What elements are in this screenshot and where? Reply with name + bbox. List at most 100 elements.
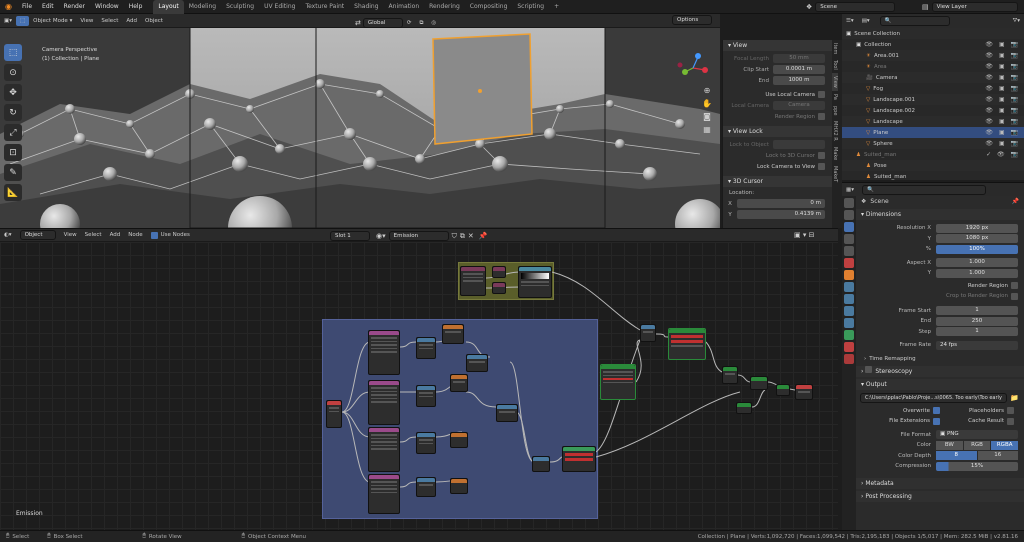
- local-camera-field[interactable]: Camera: [773, 101, 825, 110]
- blender-logo-icon[interactable]: ◉: [0, 0, 17, 14]
- node-color-mix-1[interactable]: [442, 324, 464, 344]
- folder-icon[interactable]: 📁: [1010, 394, 1019, 402]
- file-extensions-checkbox[interactable]: [933, 417, 940, 425]
- scene-tab-icon[interactable]: [844, 246, 854, 256]
- zoom-icon[interactable]: ⊕: [702, 84, 712, 97]
- outliner-row[interactable]: ♟ Suited_man: [842, 171, 1024, 182]
- clip-start-field[interactable]: 0.0001 m: [773, 65, 825, 74]
- node-color-mix-4[interactable]: [450, 478, 468, 494]
- stereoscopy-panel-header[interactable]: › Stereoscopy: [856, 366, 1024, 377]
- ortho-grid-icon[interactable]: ▦: [702, 123, 712, 136]
- node-principled-bsdf[interactable]: [668, 328, 706, 360]
- render-region-checkbox[interactable]: [818, 113, 825, 120]
- node-color-mix-2[interactable]: [450, 374, 468, 392]
- node-mapping[interactable]: [492, 266, 506, 278]
- node-menu-view[interactable]: View: [60, 228, 81, 242]
- color-mode-bw[interactable]: BW: [936, 440, 963, 450]
- outliner-row[interactable]: 🎥 Camera 👁 ▣ 📷: [842, 72, 1024, 83]
- scene-selector[interactable]: Scene: [815, 2, 896, 12]
- node-noise-texture-2[interactable]: [368, 380, 400, 425]
- node-editor-view-toggles[interactable]: ▣ ▾ ⊟: [794, 231, 814, 239]
- cursor-y-field[interactable]: 0.4139 m: [737, 210, 825, 219]
- color-depth-8[interactable]: 8: [936, 451, 977, 461]
- outliner-row[interactable]: ▽ Plane 👁 ▣ 📷: [842, 127, 1024, 138]
- visibility-toggle-icons[interactable]: 👁 ▣ 📷: [985, 61, 1020, 72]
- options-dropdown[interactable]: Options: [672, 15, 712, 25]
- cache-result-checkbox[interactable]: [1007, 417, 1014, 425]
- texture-tab-icon[interactable]: [844, 354, 854, 364]
- material-tab-icon[interactable]: [844, 342, 854, 352]
- properties-search-input[interactable]: 🔍: [861, 184, 986, 195]
- node-texture-coordinate[interactable]: [460, 266, 486, 296]
- outliner-row[interactable]: ▽ Landscape.001 👁 ▣ 📷: [842, 94, 1024, 105]
- outliner-row[interactable]: ▣ Collection 👁 ▣ 📷: [842, 39, 1024, 50]
- aspect-y-field[interactable]: 1.000: [936, 268, 1018, 278]
- focal-length-field[interactable]: 50 mm: [773, 54, 825, 63]
- 3d-viewport[interactable]: Camera Perspective (1) Collection | Plan…: [0, 14, 720, 228]
- node-vector[interactable]: [492, 282, 506, 294]
- constraints-tab-icon[interactable]: [844, 318, 854, 328]
- node-input-value[interactable]: [326, 400, 342, 428]
- menu-file[interactable]: File: [17, 0, 37, 14]
- node-noise-texture-4[interactable]: [368, 474, 400, 514]
- viewport-nav-buttons[interactable]: ⊕ ✋ ◙ ▦: [702, 84, 712, 136]
- color-mode-rgb[interactable]: RGB: [963, 440, 991, 450]
- visibility-toggle-icons[interactable]: 👁 ▣ 📷: [985, 50, 1020, 61]
- camera-view-icon[interactable]: ◙: [702, 110, 712, 123]
- particles-tab-icon[interactable]: [844, 294, 854, 304]
- viewport-menu-object[interactable]: Object: [141, 14, 167, 28]
- measure-tool-icon[interactable]: 📐: [4, 184, 22, 201]
- outliner-row[interactable]: ♟ Pose: [842, 160, 1024, 171]
- outliner-row[interactable]: ▽ Landscape 👁 ▣ 📷: [842, 116, 1024, 127]
- node-shader-group[interactable]: [600, 364, 636, 400]
- modifier-tab-icon[interactable]: [844, 282, 854, 292]
- visibility-toggle-icons[interactable]: 👁 ▣ 📷: [985, 116, 1020, 127]
- view-layer-tab-icon[interactable]: [844, 234, 854, 244]
- view-panel-header[interactable]: ▾ View: [723, 40, 832, 51]
- node-noise-texture-1[interactable]: [368, 330, 400, 375]
- node-math-6[interactable]: [496, 404, 518, 422]
- node-noise-texture-3[interactable]: [368, 427, 400, 472]
- visibility-toggle-icons[interactable]: 👁 ▣ 📷: [985, 83, 1020, 94]
- visibility-toggle-icons[interactable]: 👁 ▣ 📷: [985, 138, 1020, 149]
- visibility-toggle-icons[interactable]: 👁 ▣ 📷: [985, 94, 1020, 105]
- output-panel-header[interactable]: ▾ Output: [856, 379, 1024, 390]
- proportional-edit-icon[interactable]: ◎: [427, 16, 440, 30]
- 3d-cursor-panel-header[interactable]: ▾ 3D Cursor: [723, 176, 832, 187]
- tab-layout[interactable]: Layout: [153, 0, 184, 14]
- node-math-2[interactable]: [416, 385, 436, 407]
- tab-modeling[interactable]: Modeling: [184, 0, 221, 14]
- outliner-row[interactable]: ▽ Sphere 👁 ▣ 📷: [842, 138, 1024, 149]
- transform-tool-icon[interactable]: ⊡: [4, 144, 22, 161]
- tab-shading[interactable]: Shading: [349, 0, 383, 14]
- annotate-tool-icon[interactable]: ✎: [4, 164, 22, 181]
- node-color-mix-3[interactable]: [450, 432, 468, 448]
- node-math-7[interactable]: [532, 456, 550, 472]
- outliner-row[interactable]: ☀ Area.001 👁 ▣ 📷: [842, 50, 1024, 61]
- frame-rate-dropdown[interactable]: 24 fps: [936, 340, 1018, 350]
- outliner-row[interactable]: ☀ Area 👁 ▣ 📷: [842, 61, 1024, 72]
- tab-texture-paint[interactable]: Texture Paint: [300, 0, 349, 14]
- move-tool-icon[interactable]: ✥: [4, 84, 22, 101]
- outliner-row[interactable]: ▽ Landscape.002 👁 ▣ 📷: [842, 105, 1024, 116]
- unlink-material-icon[interactable]: ✕: [468, 232, 474, 240]
- sidebar-tab-make[interactable]: Make: [832, 144, 838, 163]
- mode-selector[interactable]: Object Mode ▾: [29, 14, 76, 28]
- menu-help[interactable]: Help: [124, 0, 148, 14]
- lock-camera-to-view-checkbox[interactable]: [818, 163, 825, 170]
- data-tab-icon[interactable]: [844, 330, 854, 340]
- sidebar-tab-maket[interactable]: MakeT: [832, 163, 838, 185]
- overwrite-checkbox[interactable]: [933, 407, 940, 415]
- visibility-toggle-icons[interactable]: 👁 ▣ 📷: [985, 105, 1020, 116]
- cursor-x-field[interactable]: 0 m: [737, 199, 825, 208]
- outliner-row[interactable]: ▣ Scene Collection: [842, 28, 1024, 39]
- node-editor-canvas[interactable]: Emission: [0, 242, 838, 530]
- pan-hand-icon[interactable]: ✋: [702, 97, 712, 110]
- object-tab-icon[interactable]: [844, 270, 854, 280]
- lock-to-object-field[interactable]: [773, 140, 825, 149]
- stereoscopy-checkbox[interactable]: [865, 366, 873, 373]
- placeholders-checkbox[interactable]: [1007, 407, 1014, 415]
- color-depth-16[interactable]: 16: [977, 451, 1018, 461]
- rotate-tool-icon[interactable]: ↻: [4, 104, 22, 121]
- select-mode-icon[interactable]: ⬚: [15, 15, 30, 26]
